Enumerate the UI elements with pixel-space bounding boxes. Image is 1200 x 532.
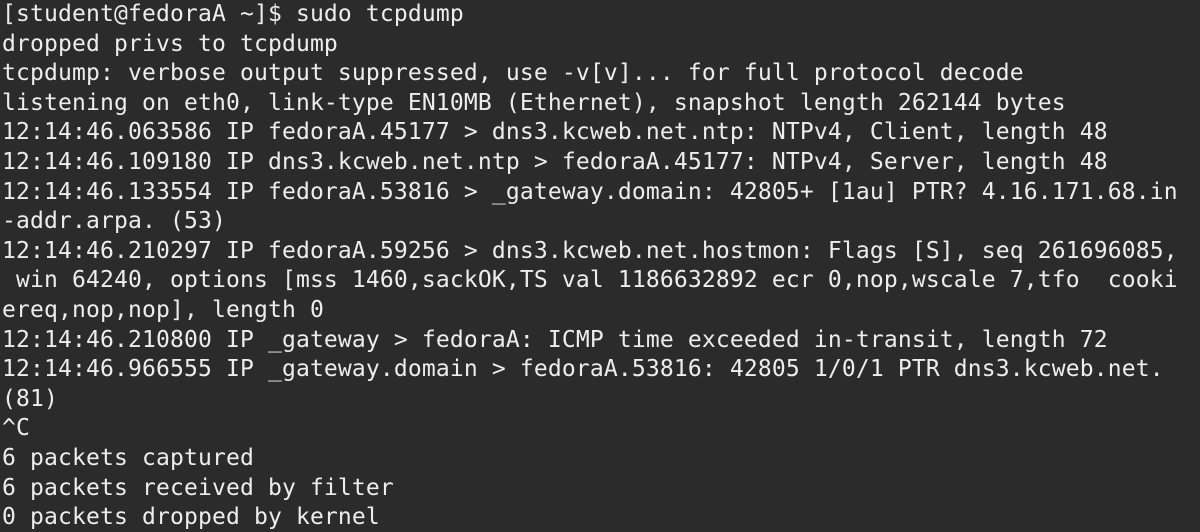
packet-line: 12:14:46.966555 IP _gateway.domain > fed…: [2, 356, 1164, 383]
terminal-output-line: dropped privs to tcpdump: [2, 30, 338, 57]
packet-line: 12:14:46.109180 IP dns3.kcweb.net.ntp > …: [2, 148, 1108, 175]
packet-line-continuation: ereq,nop,nop], length 0: [2, 296, 324, 323]
summary-dropped-line: 0 packets dropped by kernel: [2, 504, 380, 531]
packet-line: 12:14:46.210297 IP fedoraA.59256 > dns3.…: [2, 237, 1178, 264]
terminal-window[interactable]: [student@fedoraA ~]$ sudo tcpdump droppe…: [0, 0, 1200, 532]
packet-line-continuation: win 64240, options [mss 1460,sackOK,TS v…: [2, 267, 1178, 294]
packet-line-continuation: -addr.arpa. (53): [2, 208, 226, 235]
summary-received-line: 6 packets received by filter: [2, 474, 394, 501]
interrupt-line: ^C: [2, 415, 30, 442]
packet-line: 12:14:46.210800 IP _gateway > fedoraA: I…: [2, 326, 1108, 353]
packet-line: 12:14:46.133554 IP fedoraA.53816 > _gate…: [2, 178, 1178, 205]
terminal-output-line: tcpdump: verbose output suppressed, use …: [2, 60, 1024, 87]
terminal-output-line: listening on eth0, link-type EN10MB (Eth…: [2, 89, 1066, 116]
terminal-prompt-line: [student@fedoraA ~]$ sudo tcpdump: [2, 1, 464, 27]
packet-line-continuation: (81): [2, 385, 58, 412]
packet-line: 12:14:46.063586 IP fedoraA.45177 > dns3.…: [2, 119, 1108, 146]
summary-captured-line: 6 packets captured: [2, 444, 254, 471]
